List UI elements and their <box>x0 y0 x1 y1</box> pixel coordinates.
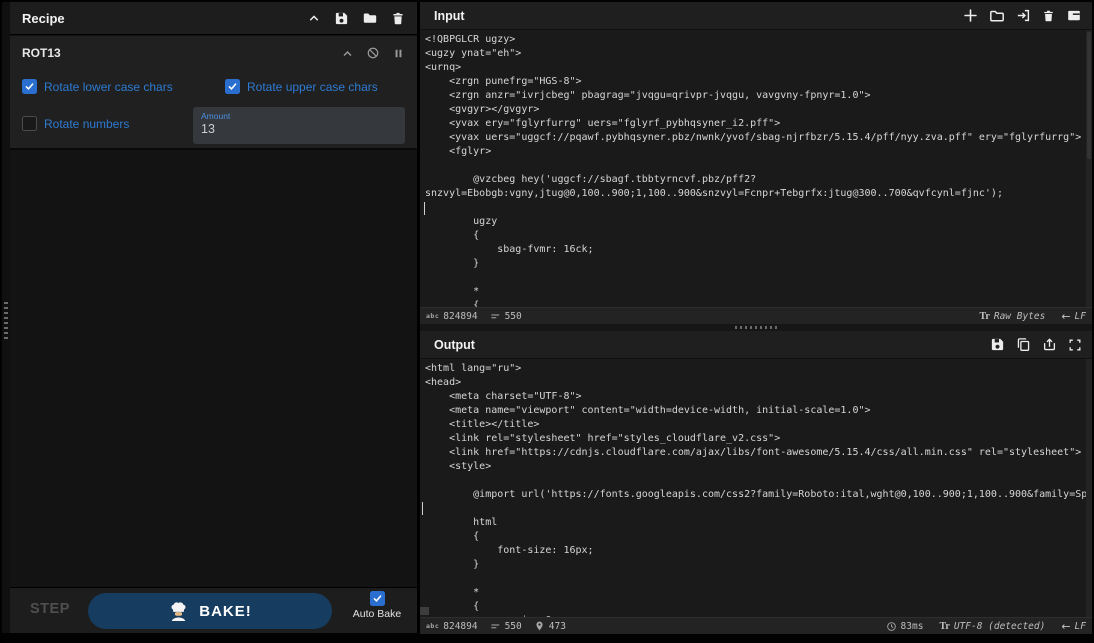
eol-arrow-icon: ← <box>1061 620 1070 633</box>
copy-output-icon[interactable] <box>1016 337 1031 352</box>
add-input-tab-icon[interactable] <box>963 8 978 23</box>
input-char-count: 824894 <box>443 311 477 322</box>
encoding-icon: Tr <box>979 311 989 322</box>
input-editor[interactable]: <!QBPGLCR ugzy> <ugzy ynat="eh"> <urnq> … <box>420 30 1092 307</box>
input-eol-control[interactable]: ← LF <box>1061 310 1086 323</box>
cursor-position-icon <box>534 620 545 632</box>
output-title: Output <box>434 338 475 352</box>
checkbox-checked-icon <box>22 79 37 94</box>
arg-rotate-numbers-checkbox[interactable]: Rotate numbers <box>22 116 129 131</box>
char-count-icon: abc <box>426 622 439 630</box>
input-scrollbar-thumb[interactable] <box>1087 32 1091 159</box>
clear-io-trash-icon[interactable] <box>1042 9 1055 23</box>
splitter-grip-icon <box>4 302 8 340</box>
bake-label: BAKE! <box>199 603 252 620</box>
output-statusbar: abc 824894 550 473 83ms Tr UTF-8 <box>420 617 1092 634</box>
recipe-controls: STEP BAKE! Auto Bake <box>10 587 417 633</box>
output-encoding-control[interactable]: Tr UTF-8 (detected) <box>939 621 1045 632</box>
output-text[interactable]: <html lang="ru"> <head> <meta charset="U… <box>420 359 1092 617</box>
input-format: Raw Bytes <box>994 311 1045 322</box>
input-text[interactable]: <!QBPGLCR ugzy> <ugzy ynat="eh"> <urnq> … <box>420 30 1092 307</box>
input-scrollbar[interactable] <box>1086 30 1092 307</box>
operation-header: ROT13 <box>10 36 417 62</box>
arg-label[interactable]: Rotate lower case chars <box>44 80 173 94</box>
input-eol: LF <box>1075 311 1086 322</box>
cyberchef-window: Recipe ROT13 <box>0 0 1094 643</box>
line-count-icon <box>490 311 501 322</box>
collapse-recipe-icon[interactable] <box>307 11 321 25</box>
input-tabs-icon[interactable] <box>1066 8 1082 23</box>
breakpoint-pause-icon[interactable] <box>392 46 405 60</box>
output-eol: LF <box>1075 621 1086 632</box>
char-count-icon: abc <box>426 312 439 320</box>
recipe-header: Recipe <box>10 2 417 35</box>
operations-splitter[interactable] <box>2 2 10 633</box>
clear-recipe-trash-icon[interactable] <box>391 11 405 26</box>
bake-time: 83ms <box>886 621 924 632</box>
open-file-icon[interactable] <box>1016 8 1031 23</box>
disable-operation-icon[interactable] <box>366 46 380 60</box>
recipe-panel: Recipe ROT13 <box>10 2 417 633</box>
save-recipe-icon[interactable] <box>334 11 349 26</box>
amount-value[interactable]: 13 <box>201 122 397 136</box>
open-folder-icon[interactable] <box>989 8 1005 24</box>
collapse-operation-icon[interactable] <box>341 46 354 60</box>
bake-time-icon <box>886 621 897 632</box>
checkbox-checked-icon <box>370 591 385 606</box>
replace-input-icon[interactable] <box>1042 337 1057 352</box>
bake-button[interactable]: BAKE! <box>88 593 332 629</box>
output-char-count: 824894 <box>443 621 477 632</box>
save-output-icon[interactable] <box>990 337 1005 352</box>
auto-bake-label: Auto Bake <box>353 608 401 620</box>
arg-rotate-upper-checkbox[interactable]: Rotate upper case chars <box>225 79 378 94</box>
operation-name: ROT13 <box>22 38 61 60</box>
recipe-title: Recipe <box>22 11 65 26</box>
output-line-count: 550 <box>505 621 522 632</box>
step-button[interactable]: STEP <box>30 601 70 617</box>
input-title: Input <box>434 9 465 23</box>
arg-label[interactable]: Rotate upper case chars <box>247 80 378 94</box>
output-viewer[interactable]: <html lang="ru"> <head> <meta charset="U… <box>420 359 1092 617</box>
amount-label: Amount <box>201 111 397 121</box>
output-scrollbar[interactable] <box>1086 359 1092 617</box>
output-eol-control[interactable]: ← LF <box>1061 620 1086 633</box>
arg-label[interactable]: Rotate numbers <box>44 117 129 131</box>
output-header: Output <box>420 331 1092 359</box>
eol-arrow-icon: ← <box>1061 310 1070 323</box>
output-bake-time: 83ms <box>901 621 924 632</box>
amount-field[interactable]: Amount 13 <box>193 107 405 144</box>
arg-rotate-lower-checkbox[interactable]: Rotate lower case chars <box>22 79 173 94</box>
output-caret <box>422 502 423 515</box>
input-line-count: 550 <box>505 311 522 322</box>
splitter-grip-icon <box>735 326 777 329</box>
load-recipe-folder-icon[interactable] <box>362 10 378 26</box>
checkbox-checked-icon <box>225 79 240 94</box>
auto-bake-toggle[interactable]: Auto Bake <box>348 591 406 620</box>
input-caret <box>424 202 425 215</box>
input-statusbar: abc 824894 550 Tr Raw Bytes ← LF <box>420 307 1092 324</box>
input-output-splitter[interactable] <box>420 324 1092 331</box>
checkbox-unchecked-icon <box>22 116 37 131</box>
chef-icon <box>168 601 189 622</box>
input-format-control[interactable]: Tr Raw Bytes <box>979 311 1045 322</box>
encoding-icon: Tr <box>939 621 949 632</box>
output-cursor-position: 473 <box>549 621 566 632</box>
maximise-output-icon[interactable] <box>1068 338 1082 352</box>
input-header: Input <box>420 2 1092 30</box>
output-encoding: UTF-8 (detected) <box>954 621 1046 632</box>
operation-rot13[interactable]: ROT13 Rotate lower case c <box>10 36 417 150</box>
line-count-icon <box>490 621 501 632</box>
output-hscrollbar-thumb[interactable] <box>420 607 429 615</box>
